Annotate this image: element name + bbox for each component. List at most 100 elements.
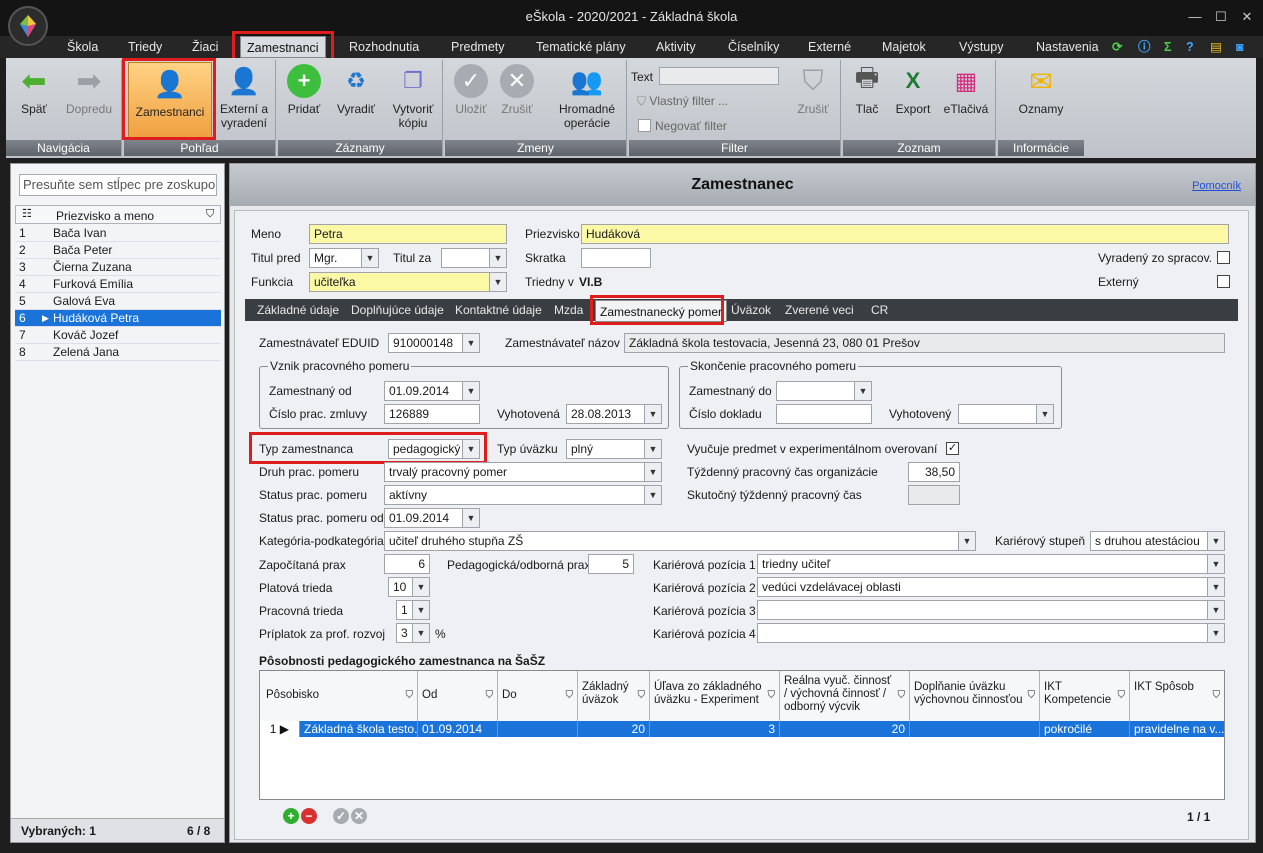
etlaciva-button[interactable]: ▦ eTlačivá xyxy=(941,64,991,117)
work-class-select[interactable]: 1 ▼ xyxy=(396,600,430,620)
grid-header-od[interactable]: Od ⛉ xyxy=(418,671,498,721)
cell-ikt-sposob[interactable]: pravidelne na v... xyxy=(1130,721,1224,737)
menu-skola[interactable]: Škola xyxy=(67,36,98,58)
add-button[interactable]: + Pridať xyxy=(284,64,324,116)
discarded-checkbox[interactable] xyxy=(1217,251,1230,264)
list-item[interactable]: 1 Bača Ivan xyxy=(15,225,221,242)
grid-remove-icon[interactable]: − xyxy=(301,808,317,824)
group-by-box[interactable]: Presuňte sem stĺpec pre zoskupo xyxy=(19,174,217,196)
help-link[interactable]: Pomocník xyxy=(1192,180,1241,192)
category-select[interactable]: učiteľ druhého stupňa ZŠ ▼ xyxy=(384,531,976,551)
grid-header-ulava[interactable]: Úľava zo základného úväzku - Experiment ⛉ xyxy=(650,671,780,721)
grid-add-icon[interactable]: + xyxy=(283,808,299,824)
list-item[interactable]: 6 ▶ Hudáková Petra xyxy=(15,310,221,327)
status-from-date[interactable]: 01.09.2014 ▼ xyxy=(384,508,480,528)
info-icon[interactable]: ⓘ xyxy=(1138,36,1151,58)
grid-header-ikt-sposob[interactable]: IKT Spôsob ⛉ xyxy=(1130,671,1224,721)
column-header-name[interactable]: Priezvisko a meno xyxy=(56,209,154,223)
pedagogical-practice-field[interactable]: 5 xyxy=(588,554,634,574)
own-filter-link[interactable]: ⛉ Vlastný filter ... xyxy=(637,94,728,109)
menu-rozhodnutia[interactable]: Rozhodnutia xyxy=(349,36,419,58)
filter-icon[interactable]: ⛉ xyxy=(486,689,494,702)
filter-text-input[interactable] xyxy=(659,67,779,85)
grid-header-posobisko[interactable]: Pôsobisko ⛉ xyxy=(260,671,418,721)
employer-eduid-select[interactable]: 910000148 ▼ xyxy=(388,333,480,353)
function-select[interactable]: učiteľka ▼ xyxy=(309,272,507,292)
contract-number-field[interactable]: 126889 xyxy=(384,404,480,424)
employed-from-date[interactable]: 01.09.2014 ▼ xyxy=(384,381,480,401)
cell-od[interactable]: 01.09.2014 xyxy=(418,721,498,737)
menu-externe[interactable]: Externé xyxy=(808,36,851,58)
print-button[interactable]: 🖶 Tlač xyxy=(849,62,885,116)
menu-ciselniky[interactable]: Číselníky xyxy=(728,36,779,58)
cancel-button[interactable]: ✕ Zrušiť xyxy=(497,64,537,116)
refresh-icon[interactable]: ⟳ xyxy=(1112,36,1122,58)
last-name-field[interactable]: Hudáková xyxy=(581,224,1229,244)
career-position-1-select[interactable]: triedny učiteľ ▼ xyxy=(757,554,1225,574)
weekly-hours-field[interactable]: 38,50 xyxy=(908,462,960,482)
grid-save-icon[interactable]: ✓ xyxy=(333,808,349,824)
export-button[interactable]: X Export xyxy=(891,64,935,116)
tab-uvazok[interactable]: Úväzok xyxy=(727,299,775,321)
maximize-button[interactable]: ☐ xyxy=(1212,8,1230,26)
grid-header-zakladny-uvazok[interactable]: Základný úväzok ⛉ xyxy=(578,671,650,721)
back-button[interactable]: ⬅ Späť xyxy=(12,64,56,117)
list-item[interactable]: 4 Furková Emília xyxy=(15,276,221,293)
bulk-operations-button[interactable]: 👥 Hromadné operácie xyxy=(551,64,623,131)
cell-ulava[interactable]: 3 xyxy=(650,721,780,737)
filter-icon[interactable]: ⛉ xyxy=(638,689,646,702)
cell-zakladny-uvazok[interactable]: 20 xyxy=(578,721,650,737)
filter-icon[interactable]: ⛉ xyxy=(406,689,414,702)
menu-vystupy[interactable]: Výstupy xyxy=(959,36,1003,58)
career-position-3-select[interactable]: ▼ xyxy=(757,600,1225,620)
app-logo-icon[interactable] xyxy=(8,6,48,46)
printer-icon[interactable]: ▤ xyxy=(1210,36,1222,58)
close-button[interactable]: ✕ xyxy=(1238,8,1256,26)
tab-zakladne-udaje[interactable]: Základné údaje xyxy=(253,299,343,321)
menu-majetok[interactable]: Majetok xyxy=(882,36,926,58)
list-item[interactable]: 2 Bača Peter xyxy=(15,242,221,259)
menu-nastavenia[interactable]: Nastavenia xyxy=(1036,36,1099,58)
external-checkbox[interactable] xyxy=(1217,275,1230,288)
title-before-select[interactable]: Mgr. ▼ xyxy=(309,248,379,268)
document-number-field[interactable] xyxy=(776,404,872,424)
table-row[interactable]: 1 ▶ Základná škola testo... 01.09.2014 2… xyxy=(260,721,1224,737)
career-level-select[interactable]: s druhou atestáciou ▼ xyxy=(1090,531,1225,551)
issued-date[interactable]: 28.08.2013 ▼ xyxy=(566,404,662,424)
filter-icon[interactable]: ⛉ xyxy=(566,689,574,702)
tab-cr[interactable]: CR xyxy=(867,299,892,321)
title-after-select[interactable]: ▼ xyxy=(441,248,507,268)
list-item[interactable]: 3 Čierna Zuzana xyxy=(15,259,221,276)
save-button[interactable]: ✓ Uložiť xyxy=(451,64,491,116)
copy-button[interactable]: ❐ Vytvoriť kópiu xyxy=(386,64,440,130)
cell-do[interactable] xyxy=(498,721,578,737)
first-name-field[interactable]: Petra xyxy=(309,224,507,244)
grid-header-realna[interactable]: Reálna vyuč. činnosť / výchovná činnosť … xyxy=(780,671,910,721)
career-position-4-select[interactable]: ▼ xyxy=(757,623,1225,643)
grid-header-ikt-kompetencie[interactable]: IKT Kompetencie ⛉ xyxy=(1040,671,1130,721)
grid-header-do[interactable]: Do ⛉ xyxy=(498,671,578,721)
filter-icon[interactable]: ⛉ xyxy=(768,689,776,702)
filter-icon[interactable]: ⛉ xyxy=(1118,689,1126,702)
menu-triedy[interactable]: Triedy xyxy=(128,36,162,58)
tab-kontaktne-udaje[interactable]: Kontaktné údaje xyxy=(451,299,546,321)
list-item[interactable]: 8 Zelená Jana xyxy=(15,344,221,361)
filter-icon[interactable]: ⛉ xyxy=(206,208,214,221)
counted-practice-field[interactable]: 6 xyxy=(384,554,430,574)
negate-filter-checkbox[interactable] xyxy=(638,119,651,132)
tab-doplnujuce-udaje[interactable]: Doplňujúce údaje xyxy=(347,299,448,321)
cell-doplnanie[interactable] xyxy=(910,721,1040,737)
employed-to-date[interactable]: ▼ xyxy=(776,381,872,401)
end-issued-date[interactable]: ▼ xyxy=(958,404,1054,424)
filter-icon[interactable]: ⛉ xyxy=(898,689,906,702)
filter-icon[interactable]: ⛉ xyxy=(1028,689,1036,702)
salary-class-select[interactable]: 10 ▼ xyxy=(388,577,430,597)
column-chooser-icon[interactable]: ☷ xyxy=(22,207,32,220)
external-view-button[interactable]: 👤 Externí a vyradení xyxy=(214,64,274,131)
menu-ziaci[interactable]: Žiaci xyxy=(192,36,218,58)
remote-icon[interactable]: ◙ xyxy=(1236,36,1244,58)
forward-button[interactable]: ➡ Dopredu xyxy=(60,64,118,117)
discard-button[interactable]: ♻ Vyradiť xyxy=(332,64,380,116)
abbreviation-field[interactable] xyxy=(581,248,651,268)
filter-cancel-button[interactable]: ⛉ Zrušiť xyxy=(793,64,833,117)
